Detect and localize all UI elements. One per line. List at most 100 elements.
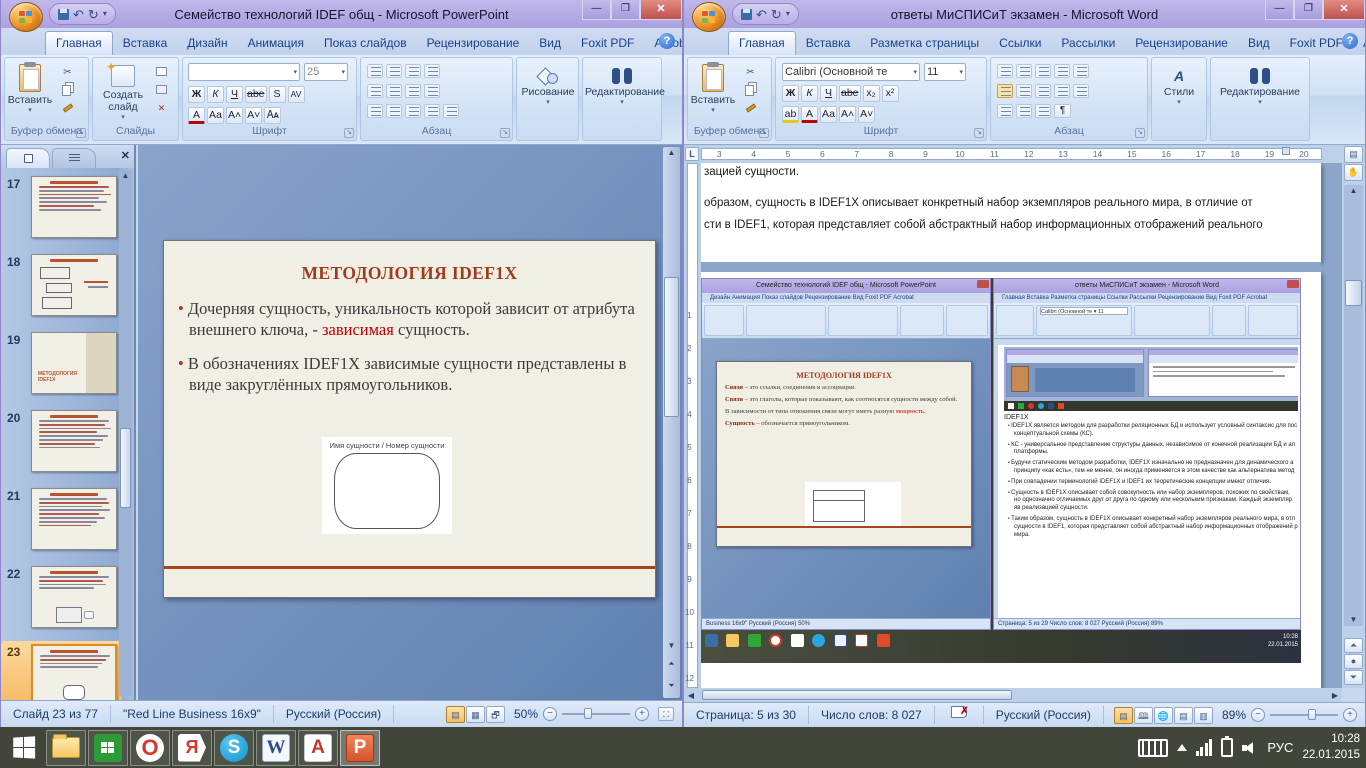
tab-stop-selector[interactable]: L [685,147,699,161]
word-counter[interactable]: Число слов: 8 027 [809,706,935,724]
tab-vstavka[interactable]: Вставка [113,32,178,55]
close-button[interactable]: ✕ [1323,0,1365,20]
powerpoint-button[interactable]: P [340,730,380,766]
spellcheck-status[interactable] [935,706,984,724]
zoom-out-icon[interactable]: − [543,707,557,721]
shading-icon[interactable] [997,104,1013,118]
normal-view-icon[interactable]: ▤ [446,706,465,723]
shrink-font-button[interactable]: A˅ [858,106,875,123]
tab-rassylki[interactable]: Рассылки [1051,32,1125,55]
line-spacing-icon[interactable] [1073,84,1089,98]
zoom-slider[interactable] [1270,714,1338,716]
align-center-icon[interactable] [386,104,402,118]
editing-button[interactable]: Редактирование ▾ [1213,62,1307,126]
copy-icon[interactable] [742,82,759,98]
slide-scrollbar[interactable]: ▲ ▼ ⏶ ⏷ [663,147,680,698]
align-left-icon[interactable] [997,84,1013,98]
office-button[interactable] [9,2,43,32]
clipboard-dialog-launcher-icon[interactable]: ↘ [76,128,86,138]
scroll-down-icon[interactable]: ▼ [1344,614,1363,626]
new-slide-button[interactable]: ✦ Создать слайд ▾ [97,62,149,126]
text-shadow-button[interactable]: S [269,86,286,103]
opera-button[interactable]: O [130,730,170,766]
maximize-button[interactable]: ❐ [1294,0,1323,20]
change-case-button[interactable]: Аа [207,107,224,124]
skype-button[interactable]: S [214,730,254,766]
slide-title[interactable]: МЕТОДОЛОГИЯ IDEF1X [164,263,655,284]
numbering-icon[interactable] [1016,64,1032,78]
bold-button[interactable]: Ж [188,86,205,103]
scrollbar-thumb[interactable] [1345,280,1362,306]
show-hidden-icons-icon[interactable] [1177,744,1187,751]
scroll-right-icon[interactable]: ▶ [1328,691,1342,700]
grow-font-button[interactable]: A˄ [839,106,856,123]
paragraph-dialog-launcher-icon[interactable]: ↘ [1135,128,1145,138]
decrease-indent-icon[interactable] [1054,64,1070,78]
entity-diagram[interactable]: Имя сущности / Номер сущности [322,437,452,534]
scrollbar-thumb[interactable] [664,277,679,417]
slides-panel-scrollbar[interactable]: ▲ [119,170,132,696]
yandex-browser-button[interactable]: Я [172,730,212,766]
tab-glavnaya[interactable]: Главная [728,31,796,55]
horizontal-scrollbar[interactable]: ◀ ▶ [684,688,1342,702]
zoom-out-icon[interactable]: − [1251,708,1265,722]
language-switcher[interactable]: РУС [1267,740,1293,755]
multilevel-list-icon[interactable] [1035,64,1051,78]
line-spacing-icon[interactable] [405,64,421,78]
slide-thumbnail-18[interactable]: 18 [1,251,122,321]
scroll-up-icon[interactable]: ▲ [1344,185,1363,197]
bullets-icon[interactable] [997,64,1013,78]
delete-slide-icon[interactable]: ✕ [153,100,170,116]
align-right-icon[interactable] [405,104,421,118]
clear-formatting-icon[interactable]: 🗛 [264,107,281,124]
current-slide[interactable]: МЕТОДОЛОГИЯ IDEF1X • Дочерняя сущность, … [163,240,656,598]
text-direction-icon[interactable] [424,64,440,78]
zoom-in-icon[interactable]: + [635,707,649,721]
underline-button[interactable]: Ч [820,85,837,102]
editing-button[interactable]: Редактирование ▾ [585,62,659,126]
scrollbar-thumb[interactable] [120,428,131,508]
office-button[interactable] [692,2,726,32]
theme-name[interactable]: "Red Line Business 16x9" [111,705,274,723]
network-signal-icon[interactable] [1196,739,1213,756]
save-icon[interactable] [741,9,752,20]
zoom-slider[interactable] [562,713,630,715]
language-indicator[interactable]: Русский (Россия) [984,706,1104,724]
scroll-down-icon[interactable]: ▼ [663,640,680,652]
minimize-button[interactable]: — [582,0,611,20]
slide-layout-icon[interactable] [153,64,170,80]
columns-icon[interactable] [405,84,421,98]
convert-smartart-icon[interactable] [443,104,459,118]
clock[interactable]: 10:28 22.01.2015 [1302,732,1360,763]
align-left-icon[interactable] [367,104,383,118]
browse-object-icon[interactable]: ● [1344,654,1363,669]
outline-view-icon[interactable]: ▤ [1174,707,1193,724]
slide-thumbnail-20[interactable]: 20 [1,407,122,477]
cut-icon[interactable]: ✂ [742,64,759,80]
save-icon[interactable] [58,9,69,20]
help-icon[interactable]: ? [659,33,675,49]
tab-foxit-pdf[interactable]: Foxit PDF [571,32,644,55]
format-painter-icon[interactable] [59,100,76,116]
drawing-button[interactable]: Рисование ▾ [519,62,577,126]
help-icon[interactable]: ? [1342,33,1358,49]
bold-button[interactable]: Ж [782,85,799,102]
character-spacing-button[interactable]: AV [288,86,305,103]
increase-indent-icon[interactable] [386,84,402,98]
reset-slide-icon[interactable] [153,82,170,98]
cut-icon[interactable]: ✂ [59,64,76,80]
zoom-level[interactable]: 89% [1222,708,1246,722]
strikethrough-button[interactable]: abe [245,86,267,103]
tab-vid[interactable]: Вид [1238,32,1280,55]
previous-slide-icon[interactable]: ⏶ [663,658,680,670]
tab-pokaz-slaydov[interactable]: Показ слайдов [314,32,417,55]
slide-thumbnail-17[interactable]: 17 [1,173,122,243]
italic-button[interactable]: К [801,85,818,102]
align-center-icon[interactable] [1016,84,1032,98]
justify-icon[interactable] [424,104,440,118]
next-page-icon[interactable]: ⏷ [1344,670,1363,685]
font-dialog-launcher-icon[interactable]: ↘ [974,128,984,138]
start-button[interactable] [4,730,44,766]
zoom-slider-thumb[interactable] [1308,709,1316,720]
document-page-4[interactable]: зацией сущности. образом, сущность в IDE… [701,163,1321,262]
